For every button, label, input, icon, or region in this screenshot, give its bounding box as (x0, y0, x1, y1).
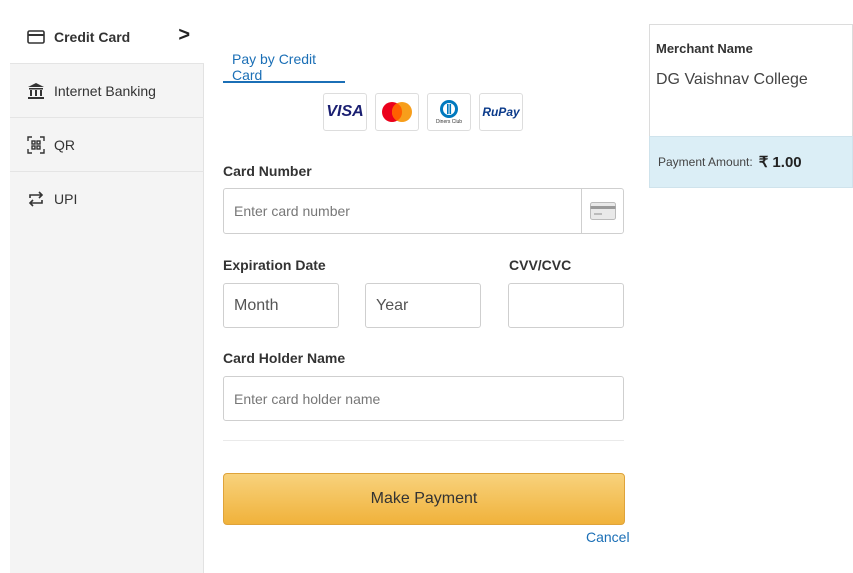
sidebar-item-label: Internet Banking (54, 82, 156, 99)
payment-amount-value: ₹ 1.00 (758, 154, 802, 171)
diners-club-logo: Diners Club (427, 93, 471, 131)
card-holder-name-field[interactable]: Enter card holder name (223, 376, 624, 421)
merchant-name-label: Merchant Name (656, 41, 753, 56)
qr-icon (26, 135, 46, 155)
sidebar-item-label: UPI (54, 191, 78, 207)
cvv-label: CVV/CVC (509, 257, 572, 273)
payment-method-sidebar: Credit Card > Internet Banking QR UPI (10, 10, 204, 573)
credit-card-icon (26, 27, 46, 47)
year-field[interactable]: Year (365, 283, 481, 328)
merchant-panel: Merchant Name DG Vaishnav College (649, 24, 853, 136)
sidebar-item-credit-card[interactable]: Credit Card > (10, 10, 204, 64)
card-logos: VISA Diners Club RuPay (323, 93, 523, 133)
merchant-name: DG Vaishnav College (656, 71, 808, 88)
sidebar-item-upi[interactable]: UPI (10, 172, 204, 226)
month-field[interactable]: Month (223, 283, 339, 328)
cancel-link[interactable]: Cancel (586, 529, 630, 545)
card-number-label: Card Number (223, 163, 312, 179)
upi-icon (26, 189, 46, 209)
divider (223, 440, 624, 441)
make-payment-button[interactable]: Make Payment (223, 473, 625, 525)
bank-icon (26, 81, 46, 101)
visa-logo: VISA (323, 93, 367, 131)
month-placeholder: Month (234, 296, 279, 314)
sidebar-item-label: Credit Card (54, 28, 131, 45)
rupay-logo: RuPay (479, 93, 523, 131)
mastercard-logo (375, 93, 419, 131)
card-type-icon (581, 189, 623, 233)
card-number-field[interactable]: Enter card number (223, 188, 624, 234)
expiration-date-label: Expiration Date (223, 257, 326, 273)
card-holder-name-label: Card Holder Name (223, 350, 346, 366)
chevron-right-icon: > (178, 24, 190, 46)
sidebar-item-qr[interactable]: QR (10, 118, 204, 172)
year-placeholder: Year (376, 296, 409, 314)
sidebar-item-internet-banking[interactable]: Internet Banking (10, 64, 204, 118)
tab-pay-by-credit-card[interactable]: Pay by Credit Card (223, 48, 345, 83)
card-holder-placeholder: Enter card holder name (234, 390, 381, 407)
payment-amount-label: Payment Amount: (658, 155, 753, 169)
payment-amount-panel: Payment Amount: ₹ 1.00 (649, 136, 853, 188)
sidebar-item-label: QR (54, 136, 75, 153)
cvv-field[interactable] (508, 283, 624, 328)
card-number-placeholder: Enter card number (234, 203, 350, 219)
